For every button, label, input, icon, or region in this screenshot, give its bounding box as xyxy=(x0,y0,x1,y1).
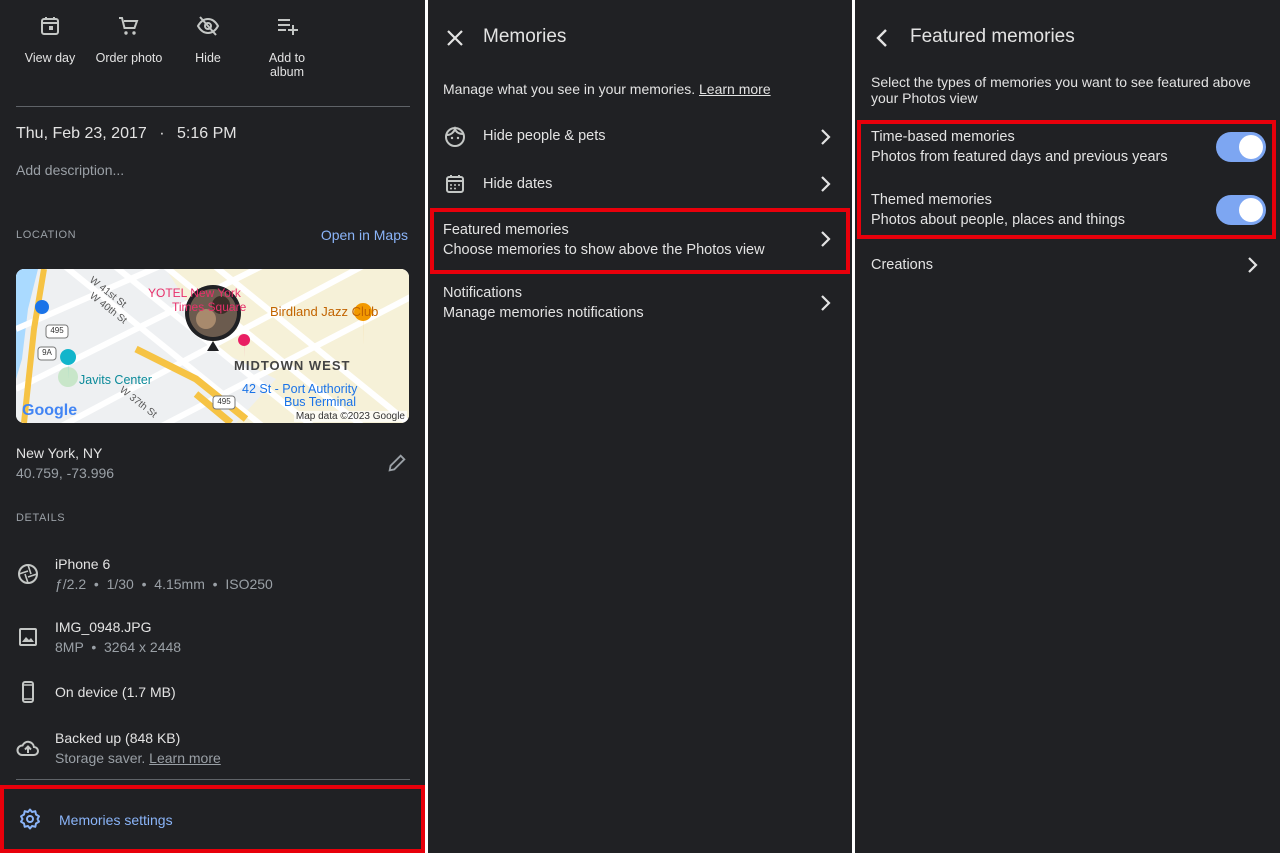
location-header: LOCATION xyxy=(16,229,77,241)
map-label: 495 xyxy=(217,397,231,406)
item-title: Hide dates xyxy=(483,176,553,192)
google-logo: Google xyxy=(22,402,78,419)
file-name: IMG_0948.JPG xyxy=(55,619,152,635)
location-map[interactable]: W 41st St W 40th St W 37th St YOTEL New … xyxy=(16,269,409,423)
order-photo-action[interactable]: Order photo xyxy=(89,14,169,65)
featured-memories-panel: Featured memories Select the types of me… xyxy=(855,0,1280,853)
intro-text: Manage what you see in your memories. Le… xyxy=(443,81,771,97)
map-label: 9A xyxy=(42,348,52,357)
photo-time: 5:16 PM xyxy=(177,125,237,142)
aperture-icon xyxy=(16,562,40,586)
themed-memories-row[interactable]: Themed memories Photos about people, pla… xyxy=(855,187,1280,239)
place-name: New York, NY xyxy=(16,445,103,461)
phone-icon xyxy=(16,680,40,704)
chevron-right-icon xyxy=(813,227,837,251)
hide-dates-item[interactable]: Hide dates xyxy=(428,164,852,204)
on-device-size: On device (1.7 MB) xyxy=(55,684,176,700)
coordinates: 40.759, -73.996 xyxy=(16,465,115,481)
item-title: Hide people & pets xyxy=(483,128,606,144)
chevron-right-icon xyxy=(813,291,837,315)
date-time-row[interactable]: Thu, Feb 23, 2017 · 5:16 PM xyxy=(16,125,237,143)
camera-settings: ƒ/2.2 • 1/30 • 4.15mm • ISO250 xyxy=(55,576,273,592)
chevron-right-icon xyxy=(813,172,837,196)
page-title: Memories xyxy=(483,26,567,47)
switch-knob xyxy=(1239,198,1263,222)
map-attribution: Map data ©2023 Google xyxy=(293,411,407,422)
learn-more-link[interactable]: Learn more xyxy=(149,750,221,766)
learn-more-link[interactable]: Learn more xyxy=(699,81,771,97)
close-icon[interactable] xyxy=(443,26,467,50)
face-icon xyxy=(443,125,467,149)
time-based-memories-switch[interactable] xyxy=(1216,132,1266,162)
cloud-upload-icon xyxy=(16,736,40,760)
action-label: Hide xyxy=(195,51,221,65)
file-specs: 8MP • 3264 x 2448 xyxy=(55,639,182,655)
eye-off-icon xyxy=(168,14,248,38)
image-icon xyxy=(16,625,40,649)
view-day-action[interactable]: View day xyxy=(10,14,90,65)
calendar-icon xyxy=(10,14,90,38)
item-subtitle: Choose memories to show above the Photos… xyxy=(443,242,765,258)
chevron-right-icon xyxy=(1240,253,1264,277)
description-field[interactable]: Add description... xyxy=(16,162,124,178)
map-label: MIDTOWN WEST xyxy=(234,358,351,373)
divider xyxy=(16,106,410,107)
memories-settings-label: Memories settings xyxy=(59,812,173,828)
time-based-memories-row[interactable]: Time-based memories Photos from featured… xyxy=(855,124,1280,182)
notifications-item[interactable]: Notifications Manage memories notificati… xyxy=(428,274,852,334)
intro-label: Manage what you see in your memories. xyxy=(443,81,700,97)
map-label: Times Square xyxy=(172,300,247,314)
add-to-album-action[interactable]: Add to album xyxy=(247,14,327,79)
creations-item[interactable]: Creations xyxy=(855,248,1280,284)
action-label: Add to album xyxy=(268,51,306,79)
page-title: Featured memories xyxy=(910,26,1075,47)
gear-icon xyxy=(18,807,42,831)
storage-saver-text: Storage saver. Learn more xyxy=(55,750,221,766)
open-in-maps-link[interactable]: Open in Maps xyxy=(321,227,408,243)
separator: · xyxy=(159,125,165,142)
item-subtitle: Manage memories notifications xyxy=(443,305,644,321)
toggle-title: Time-based memories xyxy=(871,129,1015,145)
action-label: View day xyxy=(24,51,76,65)
item-title: Creations xyxy=(871,257,934,273)
details-header: DETAILS xyxy=(16,512,66,524)
map-label: 42 St - Port Authority xyxy=(242,382,358,396)
storage-saver-label: Storage saver. xyxy=(55,750,150,766)
edit-location-icon[interactable] xyxy=(386,452,408,474)
hide-people-pets-item[interactable]: Hide people & pets xyxy=(428,117,852,157)
cart-icon xyxy=(89,14,169,38)
toggle-title: Themed memories xyxy=(871,192,992,208)
switch-knob xyxy=(1239,135,1263,159)
themed-memories-switch[interactable] xyxy=(1216,195,1266,225)
memories-settings-row[interactable]: Memories settings xyxy=(0,785,425,851)
toggle-subtitle: Photos from featured days and previous y… xyxy=(871,149,1168,165)
playlist-add-icon xyxy=(247,14,327,38)
memories-panel: Memories Manage what you see in your mem… xyxy=(428,0,852,853)
hide-action[interactable]: Hide xyxy=(168,14,248,65)
featured-memories-item[interactable]: Featured memories Choose memories to sho… xyxy=(428,210,852,270)
action-label: Order photo xyxy=(95,51,163,65)
map-label: Bus Terminal xyxy=(284,395,357,409)
item-title: Notifications xyxy=(443,285,522,301)
back-arrow-icon[interactable] xyxy=(871,26,895,50)
divider xyxy=(16,779,410,780)
map-label: 495 xyxy=(50,326,64,335)
photo-date: Thu, Feb 23, 2017 xyxy=(16,125,147,142)
photo-info-panel: View day Order photo Hide Add to album T… xyxy=(0,0,425,853)
camera-model: iPhone 6 xyxy=(55,556,111,572)
backup-status: Backed up (848 KB) xyxy=(55,730,181,746)
calendar-icon xyxy=(443,172,467,196)
intro-text: Select the types of memories you want to… xyxy=(871,74,1251,106)
chevron-right-icon xyxy=(813,125,837,149)
map-label: YOTEL New York xyxy=(148,286,241,300)
map-label: Birdland Jazz Club xyxy=(270,304,379,319)
map-label: Javits Center xyxy=(79,373,152,387)
toggle-subtitle: Photos about people, places and things xyxy=(871,212,1125,228)
item-title: Featured memories xyxy=(443,222,569,238)
